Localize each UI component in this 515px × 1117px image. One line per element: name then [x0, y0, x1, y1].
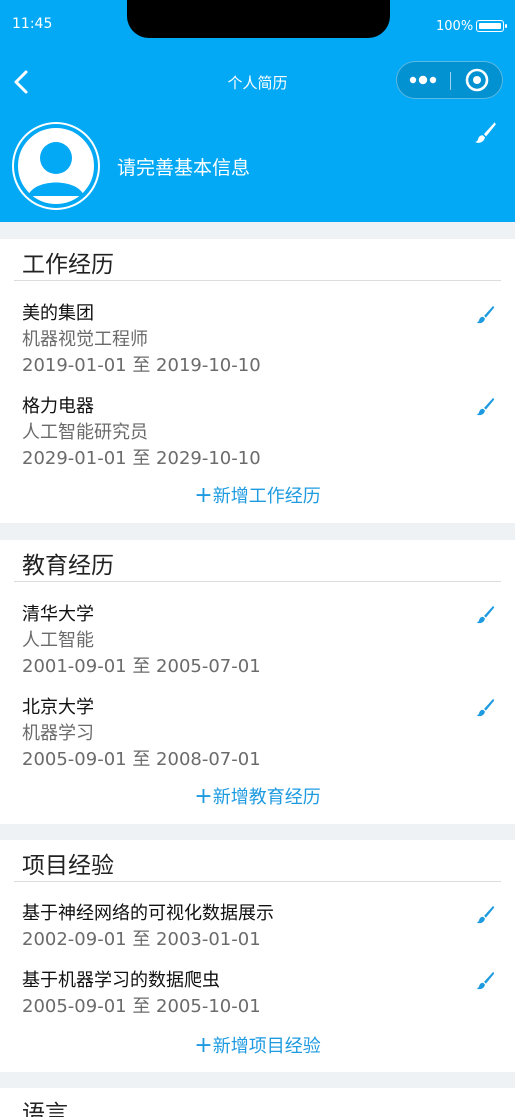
- school-name: 清华大学: [22, 604, 94, 625]
- brush-icon: [476, 905, 495, 924]
- project-name: 基于机器学习的数据爬虫: [22, 970, 220, 991]
- company-name: 美的集团: [22, 303, 94, 324]
- device-notch: [127, 0, 390, 38]
- add-education-button[interactable]: +新增教育经历: [0, 783, 515, 809]
- brush-icon: [476, 605, 495, 624]
- divider: [14, 581, 501, 582]
- work-entry: 格力电器 人工智能研究员 2029-01-01 至 2029-10-10: [22, 394, 492, 472]
- major: 机器学习: [22, 723, 94, 744]
- plus-icon: +: [194, 483, 213, 508]
- target-circle-icon: [465, 68, 489, 92]
- more-button[interactable]: [397, 62, 450, 98]
- edit-project-button[interactable]: [474, 903, 496, 925]
- date-range: 2029-01-01 至 2029-10-10: [22, 448, 261, 469]
- edit-project-button[interactable]: [474, 969, 496, 991]
- close-app-button[interactable]: [451, 62, 503, 98]
- date-range: 2005-09-01 至 2008-07-01: [22, 749, 261, 770]
- education-entry: 北京大学 机器学习 2005-09-01 至 2008-07-01: [22, 695, 492, 773]
- section-title: 工作经历: [22, 252, 114, 278]
- profile-prompt[interactable]: 请完善基本信息: [117, 153, 250, 180]
- section-title: 教育经历: [22, 553, 114, 579]
- avatar[interactable]: [12, 122, 100, 210]
- education-section: 教育经历 清华大学 人工智能 2001-09-01 至 2005-07-01 北…: [0, 540, 515, 824]
- edit-education-button[interactable]: [474, 603, 496, 625]
- date-range: 2005-09-01 至 2005-10-01: [22, 996, 261, 1017]
- add-work-button[interactable]: +新增工作经历: [0, 482, 515, 508]
- battery-percent: 100%: [436, 19, 474, 34]
- brush-icon: [476, 698, 495, 717]
- projects-section: 项目经验 基于神经网络的可视化数据展示 2002-09-01 至 2003-01…: [0, 840, 515, 1072]
- date-range: 2001-09-01 至 2005-07-01: [22, 656, 261, 677]
- project-name: 基于神经网络的可视化数据展示: [22, 903, 274, 924]
- brush-icon: [476, 397, 495, 416]
- battery-icon: [476, 20, 507, 32]
- divider: [14, 881, 501, 882]
- work-entry: 美的集团 机器视觉工程师 2019-01-01 至 2019-10-10: [22, 301, 492, 379]
- edit-education-button[interactable]: [474, 696, 496, 718]
- project-entry: 基于神经网络的可视化数据展示 2002-09-01 至 2003-01-01: [22, 901, 492, 953]
- company-name: 格力电器: [22, 396, 94, 417]
- edit-work-button[interactable]: [474, 303, 496, 325]
- edit-work-button[interactable]: [474, 395, 496, 417]
- profile-edit-button[interactable]: [472, 119, 498, 145]
- divider: [14, 280, 501, 281]
- job-title: 机器视觉工程师: [22, 329, 148, 350]
- brush-icon: [476, 305, 495, 324]
- status-time: 11:45: [12, 16, 53, 32]
- major: 人工智能: [22, 630, 94, 651]
- add-project-button[interactable]: +新增项目经验: [0, 1032, 515, 1058]
- section-title: 项目经验: [22, 853, 114, 879]
- job-title: 人工智能研究员: [22, 422, 148, 443]
- language-section: 语言: [0, 1088, 515, 1117]
- brush-icon: [476, 971, 495, 990]
- user-avatar-icon: [14, 124, 98, 208]
- section-title: 语言: [22, 1101, 68, 1117]
- education-entry: 清华大学 人工智能 2001-09-01 至 2005-07-01: [22, 602, 492, 680]
- project-entry: 基于机器学习的数据爬虫 2005-09-01 至 2005-10-01: [22, 968, 492, 1020]
- plus-icon: +: [194, 1033, 213, 1058]
- plus-icon: +: [194, 784, 213, 809]
- date-range: 2019-01-01 至 2019-10-10: [22, 355, 261, 376]
- add-work-label: 新增工作经历: [212, 486, 321, 507]
- work-section: 工作经历 美的集团 机器视觉工程师 2019-01-01 至 2019-10-1…: [0, 239, 515, 523]
- date-range: 2002-09-01 至 2003-01-01: [22, 929, 261, 950]
- more-dots-icon: [409, 75, 437, 85]
- school-name: 北京大学: [22, 697, 94, 718]
- add-education-label: 新增教育经历: [212, 787, 321, 808]
- add-project-label: 新增项目经验: [212, 1036, 321, 1057]
- mini-program-capsule: [396, 61, 503, 99]
- brush-icon: [475, 122, 496, 143]
